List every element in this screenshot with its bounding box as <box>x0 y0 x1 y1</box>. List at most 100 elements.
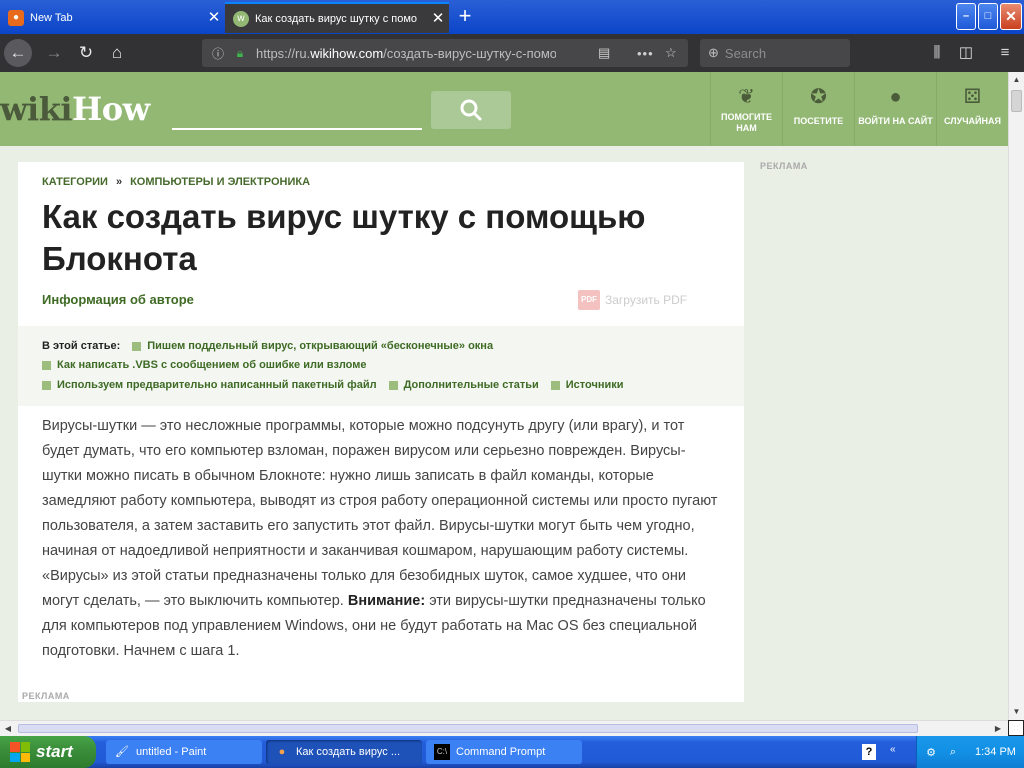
close-window-button[interactable]: ✕ <box>1000 3 1022 30</box>
site-search-button[interactable] <box>431 91 511 129</box>
network-icon[interactable]: ⚙︎ <box>923 746 939 759</box>
toc-item[interactable]: Дополнительные статьи <box>388 379 539 391</box>
toc-item-label: Источники <box>565 379 624 391</box>
dice-icon: ⚄ <box>963 86 982 108</box>
arrow-left-icon: ← <box>9 43 27 62</box>
close-tab-icon[interactable]: ✕ <box>203 10 225 25</box>
info-icon[interactable]: ⓘ <box>210 45 226 62</box>
nav-label: ПОМОГИТЕ НАМ <box>720 112 773 133</box>
breadcrumb-separator: » <box>115 176 123 188</box>
wikihow-logo[interactable]: wikiHow <box>0 90 150 128</box>
scroll-right-icon[interactable]: ▶ <box>990 721 1006 736</box>
toc-item[interactable]: Пишем поддельный вирус, открывающий «бес… <box>132 340 493 352</box>
vertical-scrollbar[interactable]: ▲ ▼ <box>1008 72 1024 720</box>
chevron-icon[interactable]: « <box>890 744 898 760</box>
site-search-input[interactable] <box>172 98 422 130</box>
download-pdf-button[interactable]: PDF Загрузить PDF <box>578 290 687 310</box>
table-of-contents: В этой статье: Пишем поддельный вирус, о… <box>18 326 744 406</box>
toc-row: Используем предварительно написанный пак… <box>42 379 636 391</box>
nav-label: ПОСЕТИТЕ <box>793 116 844 126</box>
close-tab-icon[interactable]: ✕ <box>427 11 449 26</box>
taskbar-item-label: Как создать вирус ... <box>296 746 401 758</box>
screen: ● New Tab ✕ w Как создать вирус шутку с … <box>0 0 1024 768</box>
search-icon <box>460 99 482 121</box>
scroll-up-icon[interactable]: ▲ <box>1009 72 1024 88</box>
logo-how: How <box>72 90 150 128</box>
reload-button[interactable]: ↻ <box>72 39 100 67</box>
nav-random[interactable]: ⚄ СЛУЧАЙНАЯ <box>936 72 1008 146</box>
browser-toolbar: ← → ↻ ⌂ ⓘ 🔒︎ https://ru.wikihow.com/созд… <box>0 34 1024 72</box>
scroll-down-icon[interactable]: ▼ <box>1009 704 1024 720</box>
tab-new-tab[interactable]: ● New Tab ✕ <box>0 2 225 33</box>
toc-item[interactable]: Используем предварительно написанный пак… <box>42 379 377 391</box>
clock[interactable]: 1:34 PM <box>975 746 1016 758</box>
scroll-left-icon[interactable]: ◀ <box>0 721 16 736</box>
system-tray: ⚙︎ ⌕ 1:34 PM <box>916 736 1024 768</box>
arrow-right-icon: → <box>45 43 63 62</box>
taskbar-item-paint[interactable]: 🖌︎ untitled - Paint <box>106 740 262 764</box>
back-button[interactable]: ← <box>4 39 32 67</box>
search-tray-icon[interactable]: ⌕ <box>945 746 961 759</box>
user-icon: ● <box>889 86 902 108</box>
toc-item[interactable]: Источники <box>550 379 624 391</box>
tab-label: New Tab <box>30 11 73 24</box>
url-prefix: https://ru. <box>256 45 311 61</box>
help-icon[interactable]: ? <box>862 744 876 760</box>
bullet-square-icon <box>550 380 560 390</box>
article-card: КАТЕГОРИИ » КОМПЬЮТЕРЫ И ЭЛЕКТРОНИКА Как с… <box>18 162 744 702</box>
toc-item-label: Пишем поддельный вирус, открывающий «бес… <box>147 340 494 352</box>
bullet-square-icon <box>132 341 142 351</box>
taskbar-item-label: untitled - Paint <box>136 746 207 758</box>
start-label: start <box>36 742 73 761</box>
browser-tab-bar: ● New Tab ✕ w Как создать вирус шутку с … <box>0 0 1024 34</box>
pdf-label: Загрузить PDF <box>605 293 688 307</box>
new-tab-button[interactable]: + <box>452 4 478 30</box>
scrollbar-corner <box>1008 720 1024 736</box>
command-prompt-icon: C:\ <box>434 744 450 760</box>
taskbar-item-browser[interactable]: ● Как создать вирус ... <box>266 740 422 764</box>
start-button[interactable]: start <box>0 736 96 768</box>
page-actions-icon[interactable]: ••• <box>637 46 654 61</box>
nav-help-us[interactable]: ❦ ПОМОГИТЕ НАМ <box>710 72 782 146</box>
taskbar-item-cmd[interactable]: C:\ Command Prompt <box>426 740 582 764</box>
tab-wikihow-article[interactable]: w Как создать вирус шутку с помо ✕ <box>225 2 449 33</box>
lock-icon[interactable]: 🔒︎ <box>232 46 248 61</box>
breadcrumb-categories[interactable]: КАТЕГОРИИ <box>42 176 108 188</box>
bookmark-star-icon[interactable]: ☆ <box>665 45 677 61</box>
article-intro: Вирусы-шутки — это несложные программы, … <box>42 414 722 664</box>
intro-text: Вирусы-шутки — это несложные программы, … <box>42 418 718 609</box>
paint-icon: 🖌︎ <box>115 746 129 758</box>
reader-view-icon[interactable]: ▤ <box>598 45 610 61</box>
taskbar: start 🖌︎ untitled - Paint ● Как создать … <box>0 736 1024 768</box>
ad-label: РЕКЛАМА <box>22 691 70 701</box>
home-button[interactable]: ⌂ <box>103 39 131 67</box>
toc-row: Как написать .VBS с сообщением об ошибке… <box>42 359 379 371</box>
author-info-link[interactable]: Информация об авторе <box>42 292 194 307</box>
nav-explore[interactable]: ✪ ПОСЕТИТЕ <box>782 72 854 146</box>
sidebar-icon[interactable]: ◫ <box>953 39 979 67</box>
horizontal-scrollbar[interactable]: ◀ ▶ <box>0 720 1008 736</box>
toc-lead: В этой статье: <box>42 340 121 352</box>
address-bar[interactable]: ⓘ 🔒︎ https://ru.wikihow.com/создать-виру… <box>202 39 688 67</box>
menu-icon[interactable]: ≡ <box>992 39 1018 67</box>
vertical-scroll-thumb[interactable] <box>1011 90 1022 112</box>
search-input[interactable]: ⊕ Search <box>700 39 850 67</box>
minimize-button[interactable]: – <box>956 3 976 30</box>
firefox-icon: ● <box>8 9 24 26</box>
toc-row: В этой статье: Пишем поддельный вирус, о… <box>42 340 505 352</box>
compass-icon: ✪ <box>810 86 827 108</box>
url-text[interactable]: https://ru.wikihow.com/создать-вирус-шут… <box>256 46 556 61</box>
pdf-icon: PDF <box>578 290 600 310</box>
toc-item[interactable]: Как написать .VBS с сообщением об ошибке… <box>42 359 367 371</box>
search-placeholder: Search <box>724 45 767 61</box>
toc-item-label: Как написать .VBS с сообщением об ошибке… <box>57 359 367 371</box>
library-icon[interactable]: ⫼ <box>924 39 950 67</box>
forward-button[interactable]: → <box>40 39 68 67</box>
tab-label: Как создать вирус шутку с помо <box>255 12 418 25</box>
windows-flag-icon <box>10 742 30 762</box>
page-title: Как создать вирус шутку с помощью Блокно… <box>42 198 646 277</box>
horizontal-scroll-thumb[interactable] <box>18 724 918 733</box>
breadcrumb-computers[interactable]: КОМПЬЮТЕРЫ И ЭЛЕКТРОНИКА <box>130 176 310 188</box>
maximize-button[interactable]: □ <box>978 3 998 30</box>
nav-login[interactable]: ● ВОЙТИ НА САЙТ <box>854 72 936 146</box>
